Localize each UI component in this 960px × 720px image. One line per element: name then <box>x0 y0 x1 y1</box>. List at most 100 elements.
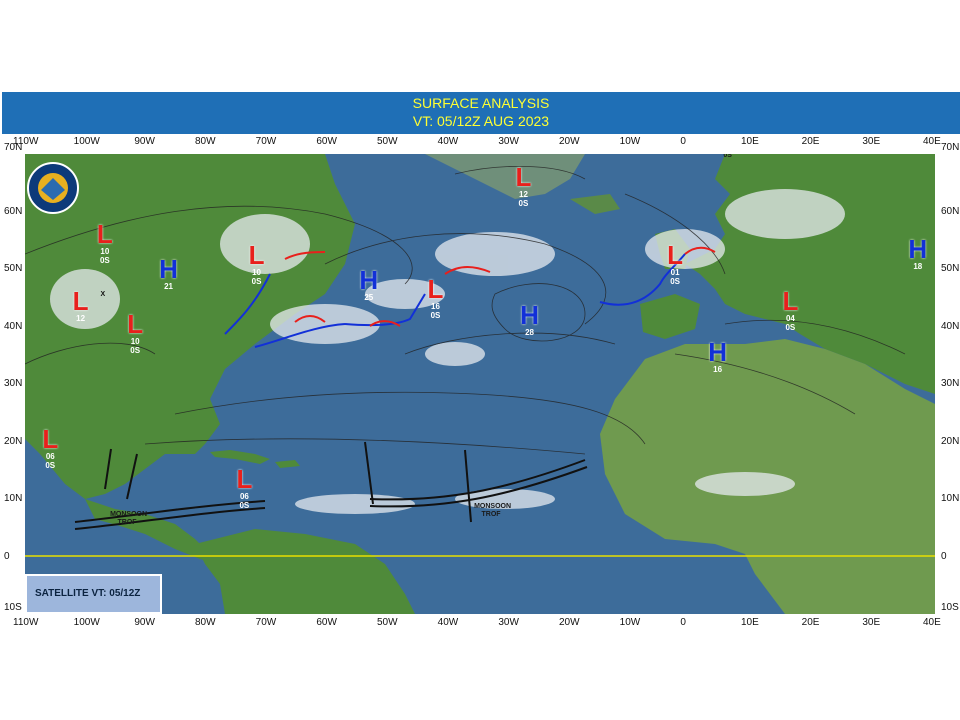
system-letter: L <box>782 285 799 316</box>
lon-label-top-90w: 90W <box>134 136 155 147</box>
system-letter: L <box>515 161 532 192</box>
system-id-line2: 0S <box>99 256 110 266</box>
system-id-line1: 12 <box>76 313 86 323</box>
lat-label-right-10s: 10S <box>941 602 959 613</box>
map-title: SURFACE ANALYSIS <box>412 95 550 111</box>
low-pressure-6[interactable]: L 01 0S <box>660 242 690 286</box>
lon-label-bottom-60w: 60W <box>316 617 337 628</box>
system-letter: H <box>520 299 539 330</box>
system-letter: L <box>667 239 684 270</box>
map-annotation-2: MONSOON TROF <box>474 502 512 518</box>
system-id-line2: 0S <box>430 311 441 320</box>
lat-label-left-40n: 40N <box>4 320 23 332</box>
map-annotation-1: MONSOON TROF <box>110 511 148 527</box>
satellite-map[interactable]: L 10 0S L 10 0S L 12 L 10 0S L 12 0S L 16 0S L 01 0S L 04 0S L 0… <box>25 154 935 614</box>
system-letter: L <box>248 239 265 270</box>
lon-label-bottom-90w: 90W <box>134 617 155 628</box>
low-pressure-8[interactable]: L 06 0S <box>35 426 65 470</box>
system-id-line1: 06 <box>239 491 249 501</box>
lat-label-right-60n: 60N <box>941 205 960 217</box>
valid-time: VT: 05/12Z AUG 2023 <box>412 113 550 129</box>
lat-label-right-40n: 40N <box>941 320 960 332</box>
satellite-valid-time-box: SATELLITE VT: 05/12Z <box>25 574 162 614</box>
lon-label-bottom-10w: 10W <box>619 617 641 628</box>
low-pressure-9[interactable]: L 06 0S <box>229 466 259 510</box>
lat-label-left-10n: 10N <box>4 493 23 504</box>
system-letter: L <box>96 219 113 250</box>
lon-label-bottom-70w: 70W <box>255 617 277 628</box>
lon-label-top-20e: 20E <box>801 136 820 147</box>
lon-label-bottom-0: 0 <box>680 617 686 628</box>
system-letter: H <box>708 337 727 368</box>
lat-label-right-0: 0 <box>941 550 947 562</box>
system-id-line1: 10 <box>100 247 110 257</box>
system-id-line1: 01 <box>670 267 680 277</box>
lon-label-bottom-20e: 20E <box>801 617 820 628</box>
system-id-line1: 16 <box>431 302 440 311</box>
lon-label-top-70w: 70W <box>255 136 277 147</box>
system-letter: H <box>359 265 379 296</box>
lat-label-right-20n: 20N <box>941 435 960 447</box>
lon-label-bottom-100w: 100W <box>73 617 100 628</box>
lon-label-bottom-50w: 50W <box>377 617 398 628</box>
lon-label-top-10e: 10E <box>741 136 759 147</box>
lon-label-top-30e: 30E <box>862 136 881 147</box>
title-bar: SURFACE ANALYSIS VT: 05/12Z AUG 2023 <box>2 92 960 134</box>
lat-label-left-20n: 20N <box>4 435 23 447</box>
lon-label-top-60w: 60W <box>316 136 337 147</box>
low-pressure-0[interactable]: L 10 0S <box>90 221 120 265</box>
high-pressure-11[interactable]: H 25 <box>354 267 384 302</box>
lat-label-left-60n: 60N <box>4 205 23 217</box>
lon-label-bottom-10e: 10E <box>741 617 759 628</box>
system-id-line2: 0S <box>785 322 796 332</box>
high-pressure-10[interactable]: H 21 <box>154 256 184 291</box>
system-letter: H <box>159 253 178 284</box>
lon-label-top-0: 0 <box>680 136 686 147</box>
lon-label-bottom-30e: 30E <box>862 617 881 628</box>
lat-label-left-70n: 70N <box>4 142 23 153</box>
system-id-line2: 0S <box>45 460 56 470</box>
lat-label-right-50n: 50N <box>941 263 960 274</box>
system-id-line2: 0S <box>130 345 141 355</box>
lon-label-top-30w: 30W <box>498 136 519 147</box>
lat-label-left-30n: 30N <box>4 378 23 389</box>
system-id-line1: 12 <box>519 189 528 199</box>
low-pressure-7[interactable]: L 04 0S <box>775 288 805 332</box>
system-id-line2: 0S <box>670 276 681 286</box>
system-letter: L <box>427 274 444 304</box>
lon-label-bottom-80w: 80W <box>195 617 216 628</box>
high-pressure-14[interactable]: H 18 <box>903 236 933 271</box>
lat-label-right-30n: 30N <box>941 378 960 389</box>
lat-label-right-10n: 10N <box>941 493 960 504</box>
lat-label-left-10s: 10S <box>4 602 22 613</box>
lat-label-left-0: 0 <box>4 550 10 562</box>
lon-label-top-20w: 20W <box>559 136 580 147</box>
system-letter: L <box>236 463 253 494</box>
system-letter: L <box>42 423 59 454</box>
system-letter: H <box>908 233 928 264</box>
lon-label-bottom-110w: 110W <box>13 617 39 628</box>
satellite-valid-time-label: SATELLITE VT: 05/12Z <box>35 588 141 599</box>
high-pressure-12[interactable]: H 28 <box>515 302 545 337</box>
lat-label-right-70n: 70N <box>941 142 960 153</box>
weather-center-logo <box>25 160 99 216</box>
lon-label-bottom-40e: 40E <box>923 617 941 628</box>
map-annotation-0: X <box>100 291 106 299</box>
high-pressure-13[interactable]: H 16 <box>703 339 733 374</box>
low-pressure-4[interactable]: L 12 0S <box>508 164 538 208</box>
lon-label-bottom-40w: 40W <box>437 617 459 628</box>
system-id-line1: 06 <box>45 451 55 461</box>
low-pressure-5[interactable]: L 16 0S <box>421 276 451 320</box>
system-id-line2: 0S <box>251 276 262 286</box>
lon-label-top-80w: 80W <box>195 136 216 147</box>
system-letter: L <box>127 308 144 339</box>
lon-label-bottom-30w: 30W <box>498 617 519 628</box>
pressure-systems-layer: L 10 0S L 10 0S L 12 L 10 0S L 12 0S L 16 0S L 01 0S L 04 0S L 0… <box>25 154 935 614</box>
system-id-line2: 0S <box>239 500 250 510</box>
low-pressure-1[interactable]: L 10 0S <box>242 242 272 286</box>
low-pressure-3[interactable]: L 10 0S <box>120 311 150 355</box>
map-annotation-3: 0S <box>723 154 732 159</box>
lon-label-bottom-20w: 20W <box>559 617 580 628</box>
system-id-line1: 10 <box>252 267 261 277</box>
system-id-line1: 10 <box>130 336 140 346</box>
